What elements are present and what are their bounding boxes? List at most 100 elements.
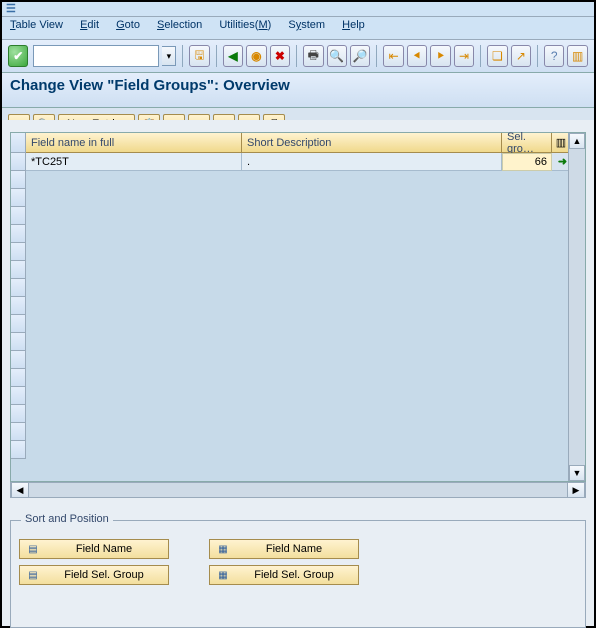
page-title: Change View "Field Groups": Overview <box>2 73 594 108</box>
column-header-field-name[interactable]: Field name in full <box>26 133 242 153</box>
toolbar-separator <box>182 45 183 67</box>
row-marker[interactable] <box>11 441 26 459</box>
main-toolbar: ✔ ▾ 🖫 ◀ ◉ ✖ 🖶 🔍 🔎 ⇤ ⯇ ⯈ ⇥ ❏ ↗ ? ▥ <box>2 40 594 73</box>
row-marker[interactable] <box>11 279 26 297</box>
menu-table-view[interactable]: Table View <box>10 19 63 31</box>
empty-cell <box>26 225 585 243</box>
new-session-button[interactable]: ❏ <box>487 45 507 67</box>
empty-cell <box>26 243 585 261</box>
empty-cell <box>26 261 585 279</box>
print-button[interactable]: 🖶 <box>303 45 323 67</box>
menu-bar: Table View Edit Goto Selection Utilities… <box>2 17 594 40</box>
toolbar-separator <box>537 45 538 67</box>
vertical-scrollbar[interactable]: ▲ ▼ <box>568 133 585 481</box>
scroll-right-icon[interactable]: ▶ <box>567 482 585 498</box>
toolbar-separator <box>376 45 377 67</box>
empty-cell <box>26 297 585 315</box>
row-marker[interactable] <box>11 171 26 189</box>
menu-utilities[interactable]: Utilities(M) <box>219 19 271 31</box>
menu-goto[interactable]: Goto <box>116 19 140 31</box>
row-marker[interactable] <box>11 297 26 315</box>
sort-asc-icon: ▤ <box>26 568 40 582</box>
column-header-short-description[interactable]: Short Description <box>242 133 502 153</box>
field-groups-table: Field name in full Short Description Sel… <box>10 132 586 482</box>
sort-position-panel: Sort and Position ▤ Field Name ▤ Field S… <box>10 520 586 628</box>
back-button[interactable]: ◀ <box>223 45 243 67</box>
shortcut-button[interactable]: ↗ <box>511 45 531 67</box>
save-button[interactable]: 🖫 <box>189 45 209 67</box>
table-row[interactable]: *TC25T . 66 ➜ <box>11 153 585 171</box>
row-marker[interactable] <box>11 369 26 387</box>
scrollbar-track[interactable] <box>569 149 585 465</box>
sort-field-name-button[interactable]: ▤ Field Name <box>19 539 169 559</box>
window-title-strip: ☰ <box>2 2 594 17</box>
scroll-left-icon[interactable]: ◀ <box>11 482 29 498</box>
position-field-name-button[interactable]: ▦ Field Name <box>209 539 359 559</box>
position-field-sel-group-button[interactable]: ▦ Field Sel. Group <box>209 565 359 585</box>
menu-system[interactable]: System <box>288 19 325 31</box>
row-marker[interactable] <box>11 189 26 207</box>
cell-field-name[interactable]: *TC25T <box>26 153 242 171</box>
toolbar-separator <box>480 45 481 67</box>
empty-cell <box>26 441 585 459</box>
row-marker[interactable] <box>11 405 26 423</box>
last-page-button[interactable]: ⇥ <box>454 45 474 67</box>
button-label: Field Sel. Group <box>46 569 162 581</box>
empty-cell <box>26 423 585 441</box>
toolbar-separator <box>216 45 217 67</box>
row-marker[interactable] <box>11 225 26 243</box>
empty-cell <box>26 171 585 189</box>
row-marker[interactable] <box>11 423 26 441</box>
cell-short-description[interactable]: . <box>242 153 502 171</box>
row-marker[interactable] <box>11 333 26 351</box>
row-marker[interactable] <box>11 315 26 333</box>
next-page-button[interactable]: ⯈ <box>430 45 450 67</box>
empty-cell <box>26 315 585 333</box>
row-marker[interactable] <box>11 351 26 369</box>
scroll-down-icon[interactable]: ▼ <box>569 465 585 481</box>
row-marker[interactable] <box>11 243 26 261</box>
empty-cell <box>26 405 585 423</box>
sort-asc-icon: ▤ <box>26 542 40 556</box>
prev-page-button[interactable]: ⯇ <box>407 45 427 67</box>
empty-cell <box>26 279 585 297</box>
row-marker-header[interactable] <box>11 133 26 153</box>
button-label: Field Name <box>46 543 162 555</box>
button-label: Field Sel. Group <box>236 569 352 581</box>
first-page-button[interactable]: ⇤ <box>383 45 403 67</box>
button-label: Field Name <box>236 543 352 555</box>
sort-field-sel-group-button[interactable]: ▤ Field Sel. Group <box>19 565 169 585</box>
exit-button[interactable]: ◉ <box>246 45 266 67</box>
toolbar-separator <box>296 45 297 67</box>
empty-cell <box>26 189 585 207</box>
cancel-button[interactable]: ✖ <box>270 45 290 67</box>
row-marker[interactable] <box>11 153 26 171</box>
content-area: Field name in full Short Description Sel… <box>2 120 594 626</box>
row-marker[interactable] <box>11 207 26 225</box>
sap-window: ☰ Table View Edit Goto Selection Utiliti… <box>0 0 596 628</box>
position-icon: ▦ <box>216 542 230 556</box>
position-icon: ▦ <box>216 568 230 582</box>
empty-cell <box>26 207 585 225</box>
horizontal-scrollbar[interactable]: ◀ ▶ <box>10 482 586 498</box>
find-button[interactable]: 🔍 <box>327 45 347 67</box>
menu-selection[interactable]: Selection <box>157 19 202 31</box>
find-next-button[interactable]: 🔎 <box>350 45 370 67</box>
menu-help[interactable]: Help <box>342 19 365 31</box>
empty-cell <box>26 369 585 387</box>
table-header-row: Field name in full Short Description Sel… <box>11 133 585 153</box>
cell-sel-group[interactable]: 66 <box>502 153 552 171</box>
row-marker[interactable] <box>11 261 26 279</box>
column-header-sel-group[interactable]: Sel. gro… <box>502 133 552 153</box>
empty-cell <box>26 351 585 369</box>
menu-edit[interactable]: Edit <box>80 19 99 31</box>
command-field-dropdown[interactable]: ▾ <box>162 46 176 66</box>
scroll-up-icon[interactable]: ▲ <box>569 133 585 149</box>
session-menu-icon[interactable]: ☰ <box>6 2 18 14</box>
enter-button[interactable]: ✔ <box>8 45 28 67</box>
layout-button[interactable]: ▥ <box>567 45 587 67</box>
help-button[interactable]: ? <box>544 45 564 67</box>
sort-position-legend: Sort and Position <box>21 513 113 525</box>
row-marker[interactable] <box>11 387 26 405</box>
command-field[interactable] <box>33 45 159 67</box>
